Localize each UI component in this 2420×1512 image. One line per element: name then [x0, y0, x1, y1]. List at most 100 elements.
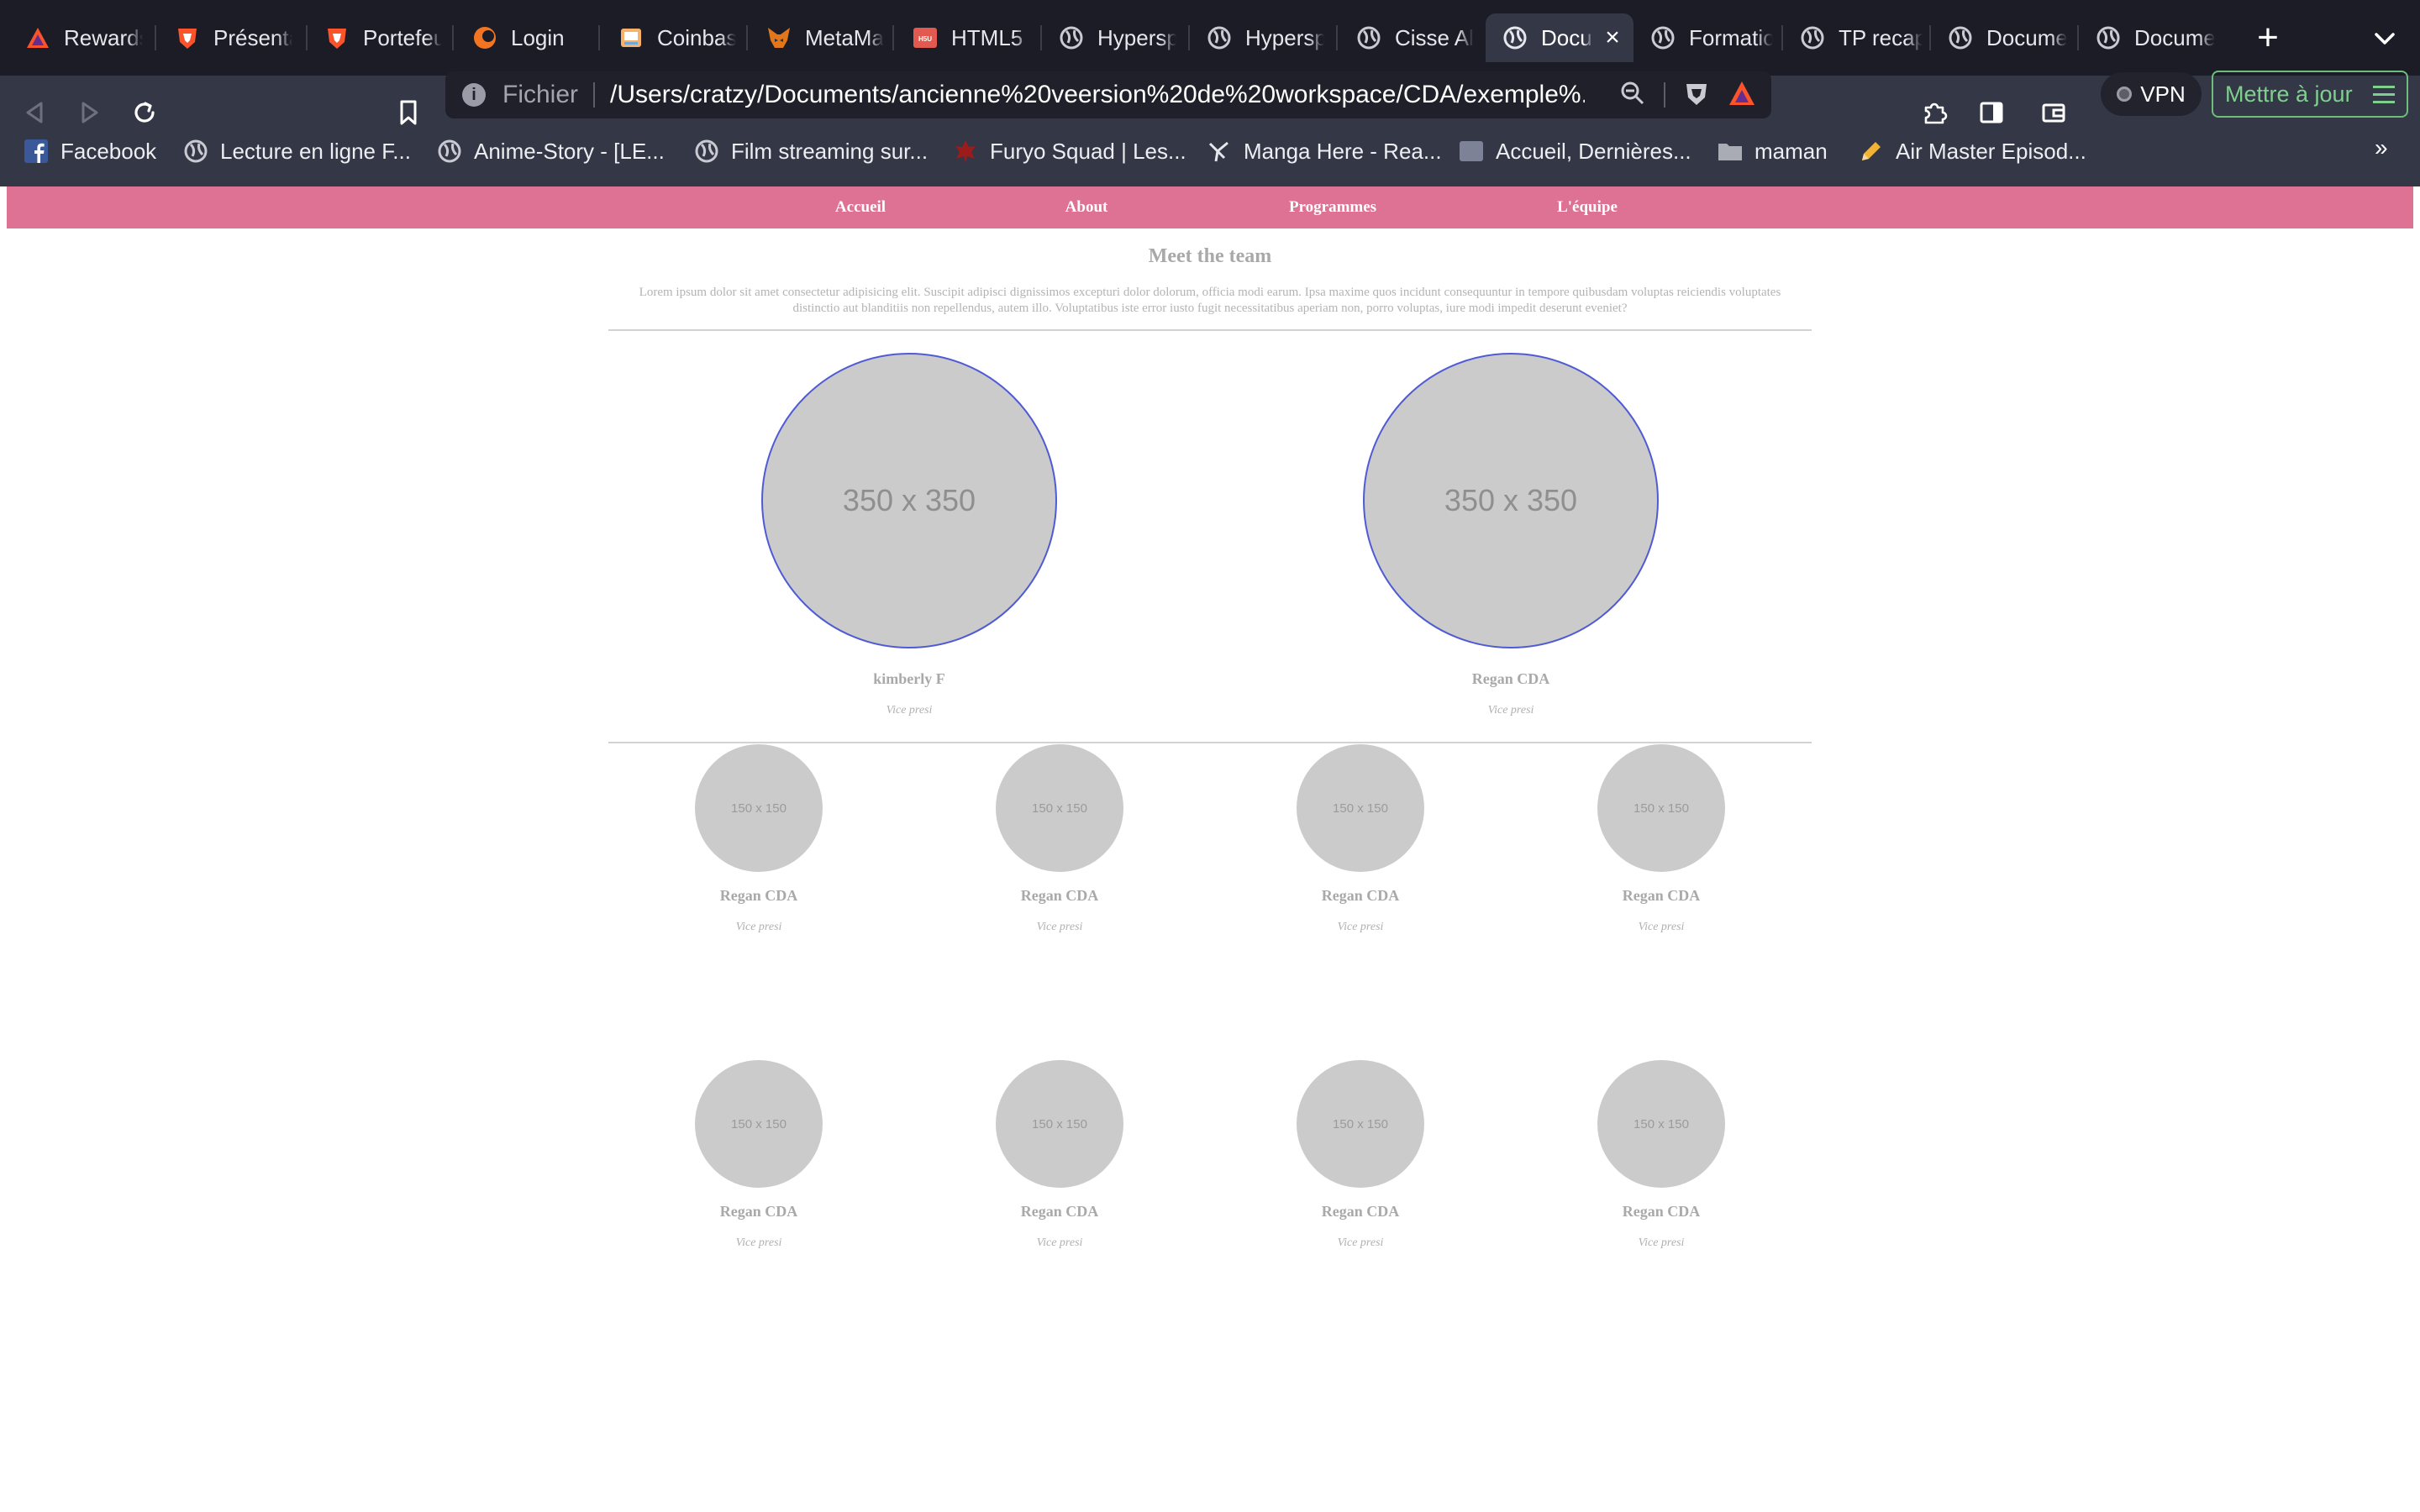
tab-list-chevron-icon[interactable]	[2366, 20, 2403, 57]
bookmark-anime-story[interactable]: Anime-Story - [LE...	[437, 134, 665, 168]
team-member-card: 150 x 150 Regan CDA Vice presi	[695, 1060, 823, 1250]
globe-icon	[694, 139, 719, 164]
tab-label: TP recap	[1839, 24, 1923, 50]
site-info-icon[interactable]: i	[462, 83, 486, 107]
vpn-label: VPN	[2140, 81, 2186, 107]
new-tab-button[interactable]: +	[2247, 17, 2289, 59]
nav-link-accueil[interactable]: Accueil	[835, 186, 886, 228]
tab-cisse-aly[interactable]: Cisse Aly	[1339, 13, 1482, 62]
tab-label: Hyperspace	[1097, 24, 1176, 50]
member-role: Vice presi	[1337, 1236, 1384, 1249]
avatar-placeholder: 150 x 150	[1597, 744, 1725, 872]
tab-html5up[interactable]: H5U HTML5 UP	[896, 13, 1039, 62]
manga-here-icon	[1207, 139, 1232, 164]
tab-tp-recap[interactable]: TP recap	[1783, 13, 1931, 62]
update-button[interactable]: Mettre à jour	[2212, 71, 2408, 118]
tab-metamask[interactable]: MetaMask	[750, 13, 892, 62]
tab-separator	[892, 25, 894, 50]
tab-hyperspace[interactable]: Hyperspace	[1042, 13, 1185, 62]
tab-document-3[interactable]: Document	[2079, 13, 2223, 62]
tab-label: Login	[511, 24, 565, 50]
bookmark-air-master[interactable]: Air Master Episod...	[1859, 134, 2086, 168]
brave-rewards-triangle-icon	[25, 25, 50, 50]
brave-lion-icon	[175, 25, 200, 50]
globe-icon	[1059, 25, 1084, 50]
nav-link-equipe[interactable]: L'équipe	[1557, 186, 1618, 228]
bookmark-label: Manga Here - Rea...	[1244, 138, 1442, 164]
tab-presentation[interactable]: Présentation	[158, 13, 301, 62]
member-role: Vice presi	[1638, 921, 1685, 933]
svg-text:H5U: H5U	[918, 35, 932, 43]
avatar-placeholder-text: 350 x 350	[1444, 483, 1578, 517]
bookmark-lecture-en-ligne[interactable]: Lecture en ligne F...	[183, 134, 411, 168]
nav-link-about[interactable]: About	[1065, 186, 1108, 228]
avatar-placeholder-text: 150 x 150	[1032, 801, 1087, 816]
member-role: Vice presi	[1337, 921, 1384, 933]
update-label: Mettre à jour	[2225, 81, 2353, 107]
url-text[interactable]: /Users/cratzy/Documents/ancienne%20veers…	[610, 81, 1585, 109]
avatar-placeholder: 150 x 150	[996, 1060, 1123, 1188]
team-member-card: 350 x 350 Regan CDA Vice presi	[1363, 353, 1659, 717]
tab-strip: Rewards Présentation Portefeuille Login …	[0, 0, 2420, 76]
tab-login[interactable]: Login	[455, 13, 598, 62]
avatar-placeholder-text: 150 x 150	[1634, 801, 1689, 816]
reload-button[interactable]	[124, 92, 165, 133]
sidebar-toggle-icon[interactable]	[1971, 92, 2012, 133]
bookmark-manga-here[interactable]: Manga Here - Rea...	[1207, 134, 1442, 168]
url-scheme-label: Fichier	[502, 81, 579, 108]
bookmark-furyo-squad[interactable]: Furyo Squad | Les...	[953, 134, 1186, 168]
member-name: Regan CDA	[1020, 887, 1099, 904]
bookmark-folder-maman[interactable]: maman	[1718, 134, 1828, 168]
avatar-placeholder-text: 350 x 350	[842, 483, 976, 517]
bookmark-button[interactable]	[388, 92, 429, 133]
member-role: Vice presi	[1487, 704, 1534, 717]
team-member-card: 150 x 150 Regan CDA Vice presi	[996, 1060, 1123, 1250]
globe-icon	[1502, 25, 1528, 50]
tab-document-active[interactable]: Document ×	[1486, 13, 1634, 62]
team-member-card: 150 x 150 Regan CDA Vice presi	[1597, 1060, 1725, 1250]
avatar-placeholder: 150 x 150	[996, 744, 1123, 872]
extensions-puzzle-icon[interactable]	[1914, 92, 1954, 133]
tab-label: Document	[1541, 24, 1593, 50]
tab-label: Rewards	[64, 24, 143, 50]
tab-hyperspace-2[interactable]: Hyperspace	[1190, 13, 1333, 62]
tab-label: Document	[2134, 24, 2215, 50]
bookmark-facebook[interactable]: Facebook	[24, 134, 156, 168]
zoom-icon[interactable]	[1620, 81, 1645, 110]
vpn-button[interactable]: VPN	[2101, 72, 2202, 116]
brave-rewards-triangle-icon[interactable]	[1728, 80, 1756, 111]
tab-document-2[interactable]: Document	[1931, 13, 2075, 62]
tab-label: Cisse Aly	[1395, 24, 1474, 50]
bookmark-label: Furyo Squad | Les...	[990, 138, 1186, 164]
avatar-placeholder: 150 x 150	[1297, 1060, 1424, 1188]
brave-shields-icon[interactable]	[1684, 80, 1709, 111]
close-tab-icon[interactable]: ×	[1600, 24, 1625, 52]
folder-icon	[1718, 139, 1743, 164]
wallet-icon[interactable]	[2033, 92, 2074, 133]
avatar-placeholder-text: 150 x 150	[1333, 1116, 1388, 1131]
back-button[interactable]	[15, 92, 55, 133]
avatar-placeholder: 150 x 150	[1597, 1060, 1725, 1188]
bookmark-label: Facebook	[60, 138, 157, 164]
globe-icon	[1650, 25, 1676, 50]
member-role: Vice presi	[886, 704, 933, 717]
forward-button[interactable]	[69, 92, 109, 133]
more-bookmarks-button[interactable]: »	[2375, 134, 2388, 161]
tab-label: Présentation	[213, 24, 292, 50]
tab-portefeuille[interactable]: Portefeuille	[308, 13, 450, 62]
tab-formation[interactable]: Formation	[1634, 13, 1781, 62]
pencil-icon	[1859, 139, 1884, 164]
vpn-status-icon	[2117, 87, 2133, 102]
bookmark-film-streaming[interactable]: Film streaming sur...	[694, 134, 928, 168]
brave-lion-icon	[324, 25, 350, 50]
tab-coinbase[interactable]: Coinbase	[602, 13, 744, 62]
tab-label: Hyperspace	[1245, 24, 1324, 50]
bookmark-label: Air Master Episod...	[1896, 138, 2086, 164]
bookmark-accueil-dernieres[interactable]: Accueil, Dernières...	[1459, 134, 1691, 168]
address-bar[interactable]: i Fichier /Users/cratzy/Documents/ancien…	[445, 71, 1771, 118]
nav-link-programmes[interactable]: Programmes	[1289, 186, 1376, 228]
tab-separator	[1336, 25, 1338, 50]
tab-rewards[interactable]: Rewards	[8, 13, 151, 62]
url-divider	[593, 82, 596, 108]
tab-label: Document	[1986, 24, 2067, 50]
